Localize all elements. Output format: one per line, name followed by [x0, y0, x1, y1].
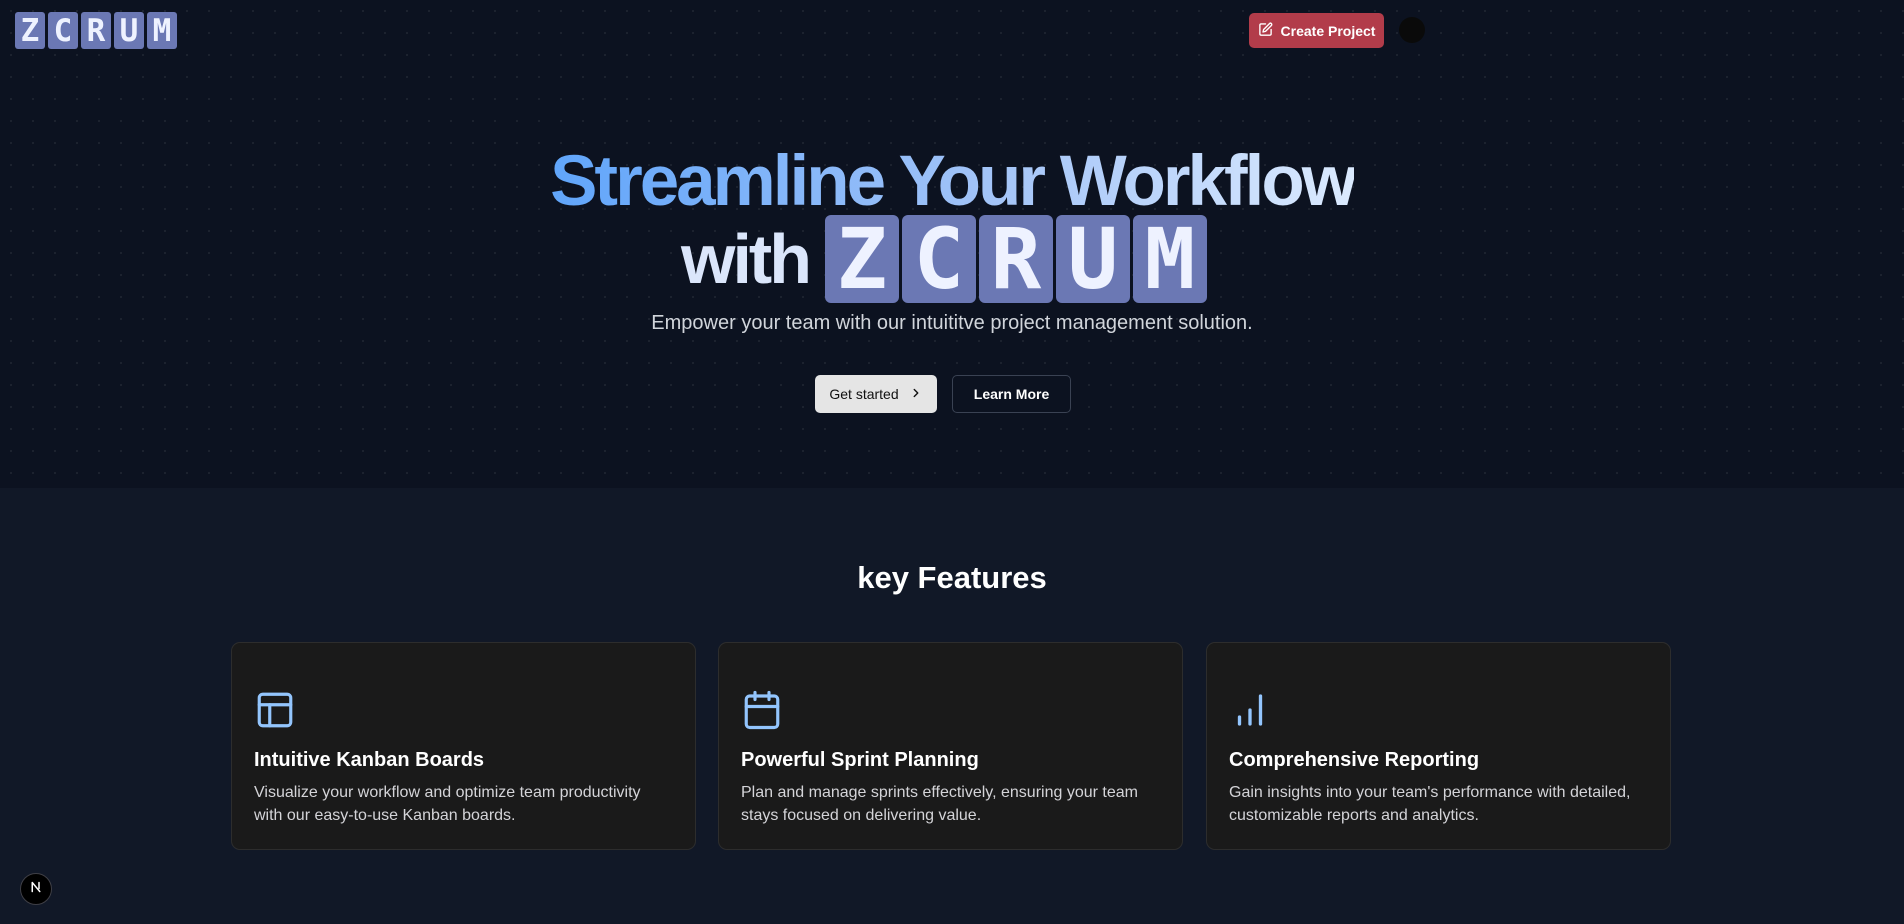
hero-logo: Z C R U M: [824, 210, 1207, 308]
hero-subtitle: Empower your team with our intuititve pr…: [651, 312, 1253, 334]
features-title: key Features: [857, 560, 1047, 595]
logo-tile: R: [81, 12, 111, 49]
feature-card-sprint: Powerful Sprint Planning Plan and manage…: [718, 642, 1183, 850]
learn-more-label: Learn More: [973, 386, 1050, 402]
app-logo[interactable]: Z C R U M: [15, 12, 177, 49]
feature-title: Comprehensive Reporting: [1229, 749, 1480, 771]
feature-description: Plan and manage sprints effectively, ens…: [741, 784, 1138, 824]
create-project-button[interactable]: Create Project: [1249, 13, 1384, 48]
landing-page: Z C R U M Create Project Streamline Your…: [0, 0, 1904, 924]
layout-icon: [254, 689, 296, 731]
learn-more-button[interactable]: Learn More: [952, 375, 1071, 413]
logo-tile: Z: [15, 12, 45, 49]
hero-logo-tile: C: [901, 210, 976, 308]
hero-section: Z C R U M Create Project Streamline Your…: [0, 0, 1904, 488]
nextjs-dev-badge[interactable]: [20, 873, 52, 905]
hero-with-text: with: [681, 220, 812, 298]
feature-description: Gain insights into your team's performan…: [1229, 784, 1631, 824]
logo-tile: M: [147, 12, 177, 49]
get-started-button[interactable]: Get started: [815, 375, 937, 413]
hero-headline-line2: with Z C R U M: [681, 210, 1207, 308]
user-avatar[interactable]: [1399, 17, 1425, 43]
feature-title: Intuitive Kanban Boards: [254, 749, 485, 771]
feature-card-reporting: Comprehensive Reporting Gain insights in…: [1206, 642, 1671, 850]
get-started-label: Get started: [829, 386, 899, 402]
feature-description: Visualize your workflow and optimize tea…: [254, 784, 641, 824]
chevron-right-icon: [909, 386, 923, 403]
hero-logo-tile: U: [1055, 210, 1130, 308]
feature-card-kanban: Intuitive Kanban Boards Visualize your w…: [231, 642, 696, 850]
hero-logo-tile: M: [1132, 210, 1207, 308]
feature-title: Powerful Sprint Planning: [741, 749, 979, 771]
logo-tile: U: [114, 12, 144, 49]
calendar-icon: [741, 689, 783, 731]
create-project-label: Create Project: [1280, 22, 1376, 39]
bar-chart-icon: [1229, 689, 1271, 731]
hero-logo-tile: R: [978, 210, 1053, 308]
logo-tile: C: [48, 12, 78, 49]
hero-logo-tile: Z: [824, 210, 899, 308]
nextjs-logo-icon: [27, 878, 45, 901]
edit-icon: [1258, 22, 1273, 40]
